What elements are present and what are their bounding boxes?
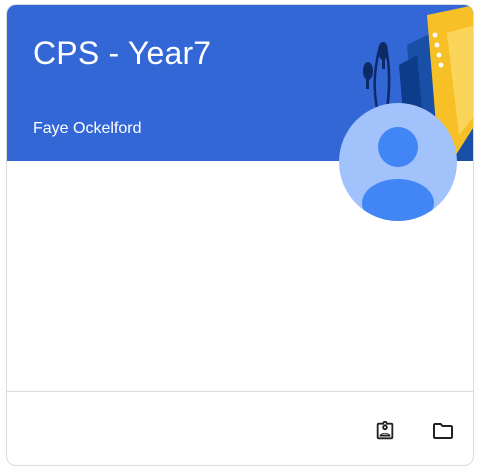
footer-divider xyxy=(7,391,473,392)
teacher-avatar xyxy=(339,103,457,221)
folder-icon xyxy=(433,423,453,439)
course-title[interactable]: CPS - Year7 xyxy=(33,35,211,72)
open-folder-button[interactable] xyxy=(425,413,461,449)
course-card[interactable]: CPS - Year7 Faye Ockelford xyxy=(6,4,474,466)
open-your-work-button[interactable] xyxy=(367,413,403,449)
teacher-name[interactable]: Faye Ockelford xyxy=(33,120,141,138)
assignment-ind-icon xyxy=(376,420,394,440)
